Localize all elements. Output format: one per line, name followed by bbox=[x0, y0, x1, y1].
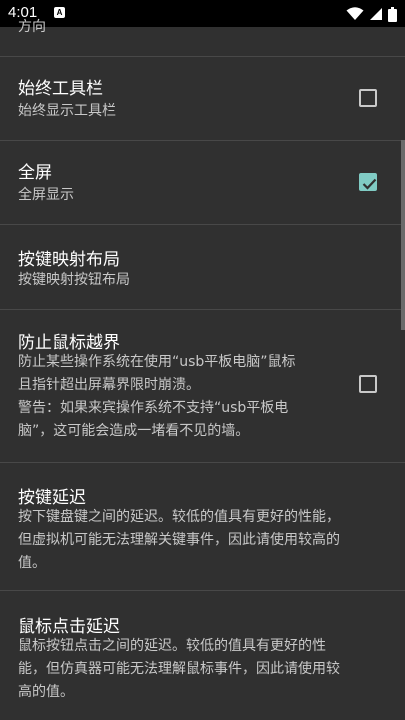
summary-line: 脑”，这可能会造成一堵看不见的墙。 bbox=[18, 423, 250, 439]
summary-line: 按下键盘键之间的延迟。较低的值具有更好的性能， bbox=[18, 509, 340, 525]
pref-mouse-click-delay-title: 鼠标点击延迟 bbox=[18, 617, 120, 637]
pref-mouse-click-delay-summary: 鼠标按钮点击之间的延迟。较低的值具有更好的性 能，但仿真器可能无法理解鼠标事件，… bbox=[18, 635, 388, 704]
battery-icon bbox=[388, 6, 397, 22]
pref-prevent-mouse-out-summary: 防止某些操作系统在使用“usb平板电脑”鼠标 且指针超出屏幕界限时崩溃。 警告：… bbox=[18, 351, 353, 443]
fullscreen-checkbox[interactable] bbox=[359, 173, 377, 191]
pref-fullscreen-summary: 全屏显示 bbox=[18, 187, 74, 203]
summary-line: 鼠标按钮点击之间的延迟。较低的值具有更好的性 bbox=[18, 638, 326, 654]
always-toolbar-checkbox[interactable] bbox=[359, 89, 377, 107]
summary-line: 能，但仿真器可能无法理解鼠标事件，因此请使用较 bbox=[18, 661, 340, 677]
pref-orientation[interactable]: 方向 bbox=[0, 19, 405, 57]
scrollbar[interactable] bbox=[401, 140, 405, 330]
summary-line: 高的值。 bbox=[18, 684, 74, 700]
pref-key-delay-summary: 按下键盘键之间的延迟。较低的值具有更好的性能， 但虚拟机可能无法理解关键事件，因… bbox=[18, 506, 388, 575]
pref-key-delay[interactable]: 按键延迟 按下键盘键之间的延迟。较低的值具有更好的性能， 但虚拟机可能无法理解关… bbox=[0, 463, 405, 591]
pref-orientation-summary: 方向 bbox=[18, 19, 46, 35]
pref-prevent-mouse-out[interactable]: 防止鼠标越界 防止某些操作系统在使用“usb平板电脑”鼠标 且指针超出屏幕界限时… bbox=[0, 310, 405, 463]
pref-prevent-mouse-out-title: 防止鼠标越界 bbox=[18, 333, 120, 353]
pref-mouse-click-delay[interactable]: 鼠标点击延迟 鼠标按钮点击之间的延迟。较低的值具有更好的性 能，但仿真器可能无法… bbox=[0, 591, 405, 720]
pref-always-toolbar[interactable]: 始终工具栏 始终显示工具栏 bbox=[0, 57, 405, 141]
pref-always-toolbar-title: 始终工具栏 bbox=[18, 79, 103, 99]
summary-line: 但虚拟机可能无法理解关键事件，因此请使用较高的 bbox=[18, 532, 340, 548]
pref-always-toolbar-summary: 始终显示工具栏 bbox=[18, 103, 116, 119]
summary-line: 值。 bbox=[18, 555, 46, 571]
pref-keymap-layout[interactable]: 按键映射布局 按键映射按钮布局 bbox=[0, 225, 405, 310]
summary-line: 警告：如果来宾操作系统不支持“usb平板电 bbox=[18, 400, 289, 416]
pref-key-delay-title: 按键延迟 bbox=[18, 488, 86, 508]
checkmark-icon bbox=[362, 178, 377, 190]
prevent-mouse-out-checkbox[interactable] bbox=[359, 375, 377, 393]
settings-screen: 4:01 A 方向 始终工具栏 始终显示工具栏 全屏 全屏显示 按键映射布局 按… bbox=[0, 0, 405, 720]
pref-keymap-layout-summary: 按键映射按钮布局 bbox=[18, 272, 130, 288]
pref-keymap-layout-title: 按键映射布局 bbox=[18, 250, 120, 270]
summary-line: 防止某些操作系统在使用“usb平板电脑”鼠标 bbox=[18, 354, 296, 370]
pref-fullscreen-title: 全屏 bbox=[18, 163, 52, 183]
pref-fullscreen[interactable]: 全屏 全屏显示 bbox=[0, 141, 405, 225]
summary-line: 且指针超出屏幕界限时崩溃。 bbox=[18, 377, 200, 393]
signal-icon bbox=[370, 8, 382, 20]
